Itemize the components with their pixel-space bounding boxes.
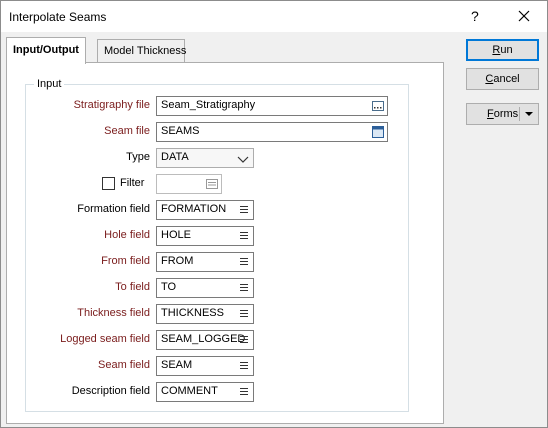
seam-field-label: Seam field [98, 359, 150, 371]
formation-field-value: FORMATION [161, 203, 227, 215]
description-field-input[interactable]: COMMENT [156, 382, 254, 402]
hole-field-input[interactable]: HOLE [156, 226, 254, 246]
thickness-field-value: THICKNESS [161, 307, 224, 319]
cancel-label-rest: ancel [493, 73, 520, 85]
forms-mnemonic: F [487, 108, 494, 120]
description-field-value: COMMENT [161, 385, 218, 397]
filter-input[interactable] [156, 174, 222, 194]
run-label-rest: un [500, 44, 513, 56]
forms-button[interactable]: Forms [466, 103, 539, 125]
close-button[interactable] [510, 6, 538, 26]
browse-icon[interactable] [372, 100, 384, 112]
to-field-value: TO [161, 281, 177, 293]
filter-checkbox[interactable] [102, 177, 115, 190]
seam-file-value: SEAMS [161, 125, 200, 137]
filter-label: Filter [120, 177, 145, 189]
from-field-label: From field [101, 255, 150, 267]
type-value: DATA [161, 151, 189, 163]
close-icon [518, 10, 530, 22]
from-field-value: FROM [161, 255, 194, 267]
description-field-label: Description field [71, 385, 150, 397]
caret-down-icon[interactable] [525, 112, 533, 116]
field-list-icon[interactable] [240, 206, 248, 214]
formation-field-input[interactable]: FORMATION [156, 200, 254, 220]
thickness-field-input[interactable]: THICKNESS [156, 304, 254, 324]
field-list-icon[interactable] [240, 388, 248, 396]
to-field-label: To field [115, 281, 150, 293]
group-title: Input [34, 78, 65, 90]
logged-seam-field-input[interactable]: SEAM_LOGGED [156, 330, 254, 350]
window-title: Interpolate Seams [9, 10, 107, 24]
from-field-input[interactable]: FROM [156, 252, 254, 272]
file-icon[interactable] [372, 126, 384, 138]
forms-split-divider [519, 107, 520, 121]
tab-panel: Input Stratigraphy file Seam_Stratigraph… [6, 62, 444, 424]
list-icon[interactable] [206, 178, 218, 190]
stratigraphy-file-value: Seam_Stratigraphy [161, 99, 256, 111]
logged-seam-field-label: Logged seam field [60, 333, 150, 345]
title-bar: Interpolate Seams ? [1, 1, 547, 32]
field-list-icon[interactable] [240, 310, 248, 318]
stratigraphy-file-input[interactable]: Seam_Stratigraphy [156, 96, 388, 116]
input-groupbox: Input Stratigraphy file Seam_Stratigraph… [25, 78, 409, 412]
type-label: Type [126, 151, 150, 163]
formation-field-label: Formation field [77, 203, 150, 215]
seam-file-input[interactable]: SEAMS [156, 122, 388, 142]
tab-model-thickness[interactable]: Model Thickness [97, 39, 186, 63]
tab-input-output[interactable]: Input/Output [6, 37, 86, 64]
field-list-icon[interactable] [240, 284, 248, 292]
chevron-down-icon [237, 156, 249, 163]
seam-file-label: Seam file [104, 125, 150, 137]
field-list-icon[interactable] [240, 336, 248, 344]
logged-seam-field-value: SEAM_LOGGED [161, 333, 246, 345]
stratigraphy-file-label: Stratigraphy file [73, 99, 150, 111]
hole-field-value: HOLE [161, 229, 191, 241]
to-field-input[interactable]: TO [156, 278, 254, 298]
seam-field-value: SEAM [161, 359, 193, 371]
run-button[interactable]: Run [466, 39, 539, 61]
type-dropdown[interactable]: DATA [156, 148, 254, 168]
seam-field-input[interactable]: SEAM [156, 356, 254, 376]
field-list-icon[interactable] [240, 362, 248, 370]
field-list-icon[interactable] [240, 258, 248, 266]
hole-field-label: Hole field [104, 229, 150, 241]
field-list-icon[interactable] [240, 232, 248, 240]
help-button[interactable]: ? [471, 8, 479, 24]
forms-label-rest: orms [493, 108, 519, 120]
thickness-field-label: Thickness field [77, 307, 150, 319]
cancel-button[interactable]: Cancel [466, 68, 539, 90]
dialog-window: Interpolate Seams ? Input/Output Model T… [0, 0, 548, 428]
